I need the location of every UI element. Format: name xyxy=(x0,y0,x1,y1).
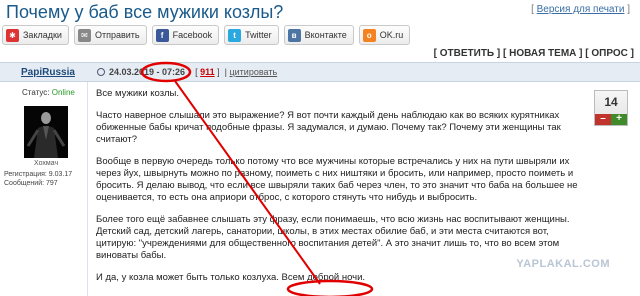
user-status: Статус: Online xyxy=(22,88,75,97)
post-time: 07:26 xyxy=(162,67,186,77)
post-paragraph: И да, у козла может быть только козлуха.… xyxy=(96,272,366,283)
send-icon: ✉ xyxy=(77,28,91,42)
author-link[interactable]: PapiRussia xyxy=(21,67,75,78)
share-label: OK.ru xyxy=(379,30,404,40)
twitter-icon: t xyxy=(228,28,242,42)
rate-down-button[interactable]: – xyxy=(595,114,611,125)
share-label: Отправить xyxy=(94,30,140,40)
post-paragraph: Все мужики козлы. xyxy=(96,88,179,99)
post-date: 24.03.2019 xyxy=(109,67,155,77)
post-paragraph: Часто наверное слышали это выражение? Я … xyxy=(96,110,561,145)
page-title: Почему у баб все мужики козлы? xyxy=(6,2,284,22)
share-vk-button[interactable]: в Вконтакте xyxy=(283,25,354,45)
share-label: Вконтакте xyxy=(304,30,347,40)
rep-bracket-close: ] xyxy=(214,67,220,77)
user-stats: Регистрация: 9.03.17 Сообщений: 797 xyxy=(4,170,72,188)
bookmark-icon: ✱ xyxy=(6,28,19,42)
post-meta: 24.03.2019 - 07:26 [ 911 ] | цитировать xyxy=(97,67,277,77)
share-send-button[interactable]: ✉ Отправить xyxy=(73,25,147,45)
facebook-icon: f xyxy=(155,28,169,42)
site-watermark: YAPLAKAL.COM xyxy=(516,258,610,270)
rate-up-button[interactable]: + xyxy=(611,114,627,125)
share-ok-button[interactable]: о OK.ru xyxy=(358,25,411,45)
share-label: Facebook xyxy=(172,30,213,40)
print-bracket-close: ] xyxy=(624,4,630,15)
reply-button[interactable]: [ ОТВЕТИТЬ ] xyxy=(434,48,501,59)
reputation-link[interactable]: 911 xyxy=(200,67,215,77)
share-facebook-button[interactable]: f Facebook xyxy=(151,25,220,45)
user-rank: Хохмач xyxy=(34,160,59,167)
registration-date: Регистрация: 9.03.17 xyxy=(4,171,73,178)
share-bar: ✱ Закладки ✉ Отправить f Facebook t Twitter … xyxy=(2,25,411,45)
post-paragraph: Вообще в первую очередь только потому чт… xyxy=(96,156,578,203)
avatar-image xyxy=(24,106,68,158)
post-paragraph: Более того ещё забавнее слышать эту фраз… xyxy=(96,214,570,261)
poll-button[interactable]: [ ОПРОС ] xyxy=(585,48,634,59)
post-body: Все мужики козлы. Часто наверное слышали… xyxy=(96,88,586,294)
avatar[interactable] xyxy=(24,106,68,158)
new-topic-button[interactable]: [ НОВАЯ ТЕМА ] xyxy=(503,48,582,59)
anchor-icon[interactable] xyxy=(97,68,105,76)
print-version-link[interactable]: [ Версия для печати ] xyxy=(531,4,630,15)
share-label: Twitter xyxy=(245,30,272,40)
quote-link[interactable]: цитировать xyxy=(230,67,278,77)
status-label: Статус: xyxy=(22,88,52,97)
topic-actions: [ ОТВЕТИТЬ ] [ НОВАЯ ТЕМА ] [ ОПРОС ] xyxy=(434,48,634,59)
date-separator: - xyxy=(154,67,163,77)
message-count: Сообщений: 797 xyxy=(4,180,58,187)
status-value: Online xyxy=(51,88,75,97)
print-link-label[interactable]: Версия для печати xyxy=(537,4,625,15)
rating-value: 14 xyxy=(604,95,618,109)
vk-icon: в xyxy=(287,28,301,42)
share-label: Закладки xyxy=(23,30,62,40)
author-sidebar: Статус: Online Хохмач Регистрация: 9.03.… xyxy=(0,82,88,296)
share-bookmarks-button[interactable]: ✱ Закладки xyxy=(2,25,69,45)
post-rating: 14 – + xyxy=(594,90,628,126)
share-twitter-button[interactable]: t Twitter xyxy=(224,25,279,45)
post-header: PapiRussia 24.03.2019 - 07:26 [ 911 ] | … xyxy=(0,62,640,82)
ok-icon: о xyxy=(362,28,376,42)
